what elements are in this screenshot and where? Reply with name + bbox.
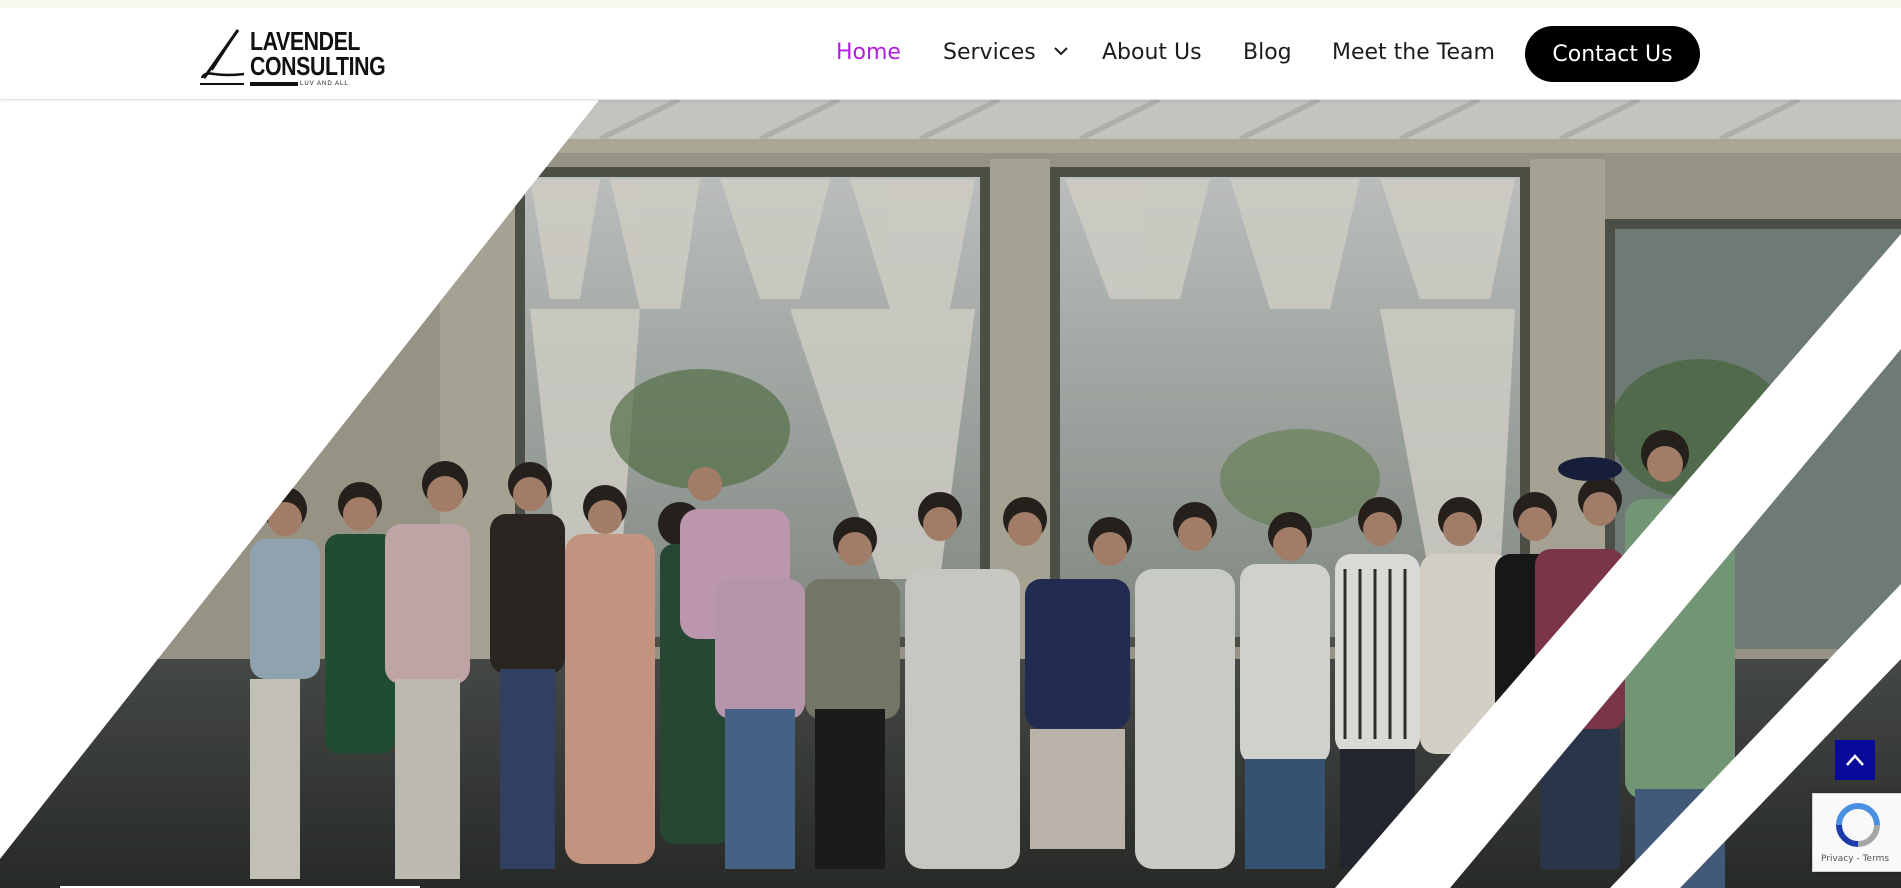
nav-item-home[interactable]: Home (836, 40, 901, 66)
recaptcha-terms-link[interactable]: Terms (1863, 854, 1890, 864)
chevron-down-icon (1054, 47, 1068, 56)
nav-item-home-label: Home (836, 40, 901, 65)
recaptcha-separator: - (1853, 854, 1863, 864)
recaptcha-privacy-link[interactable]: Privacy (1821, 854, 1854, 864)
recaptcha-icon (1836, 803, 1880, 847)
recaptcha-badge[interactable]: Privacy - Terms (1812, 793, 1901, 872)
main-nav: Home Services About Us Blog Meet the Tea… (0, 8, 1901, 99)
recaptcha-links: Privacy - Terms (1821, 854, 1889, 864)
nav-item-services-label: Services (943, 40, 1036, 65)
nav-item-blog[interactable]: Blog (1243, 40, 1292, 66)
scroll-to-top-button[interactable] (1835, 740, 1875, 780)
nav-item-meet-the-team-label: Meet the Team (1332, 40, 1495, 65)
site-header: LAVENDEL CONSULTING LUV AND ALL Home Ser… (0, 8, 1901, 100)
hero-section (0, 99, 1901, 888)
nav-item-blog-label: Blog (1243, 40, 1292, 65)
nav-item-meet-the-team[interactable]: Meet the Team (1332, 40, 1495, 66)
contact-us-button[interactable]: Contact Us (1525, 26, 1700, 82)
nav-item-about-us-label: About Us (1102, 40, 1202, 65)
contact-us-label: Contact Us (1552, 41, 1673, 67)
nav-item-about-us[interactable]: About Us (1102, 40, 1202, 66)
chevron-up-icon (1846, 754, 1864, 766)
team-group-photo (0, 99, 1901, 888)
nav-item-services[interactable]: Services (943, 40, 1069, 66)
top-strip (0, 0, 1901, 8)
